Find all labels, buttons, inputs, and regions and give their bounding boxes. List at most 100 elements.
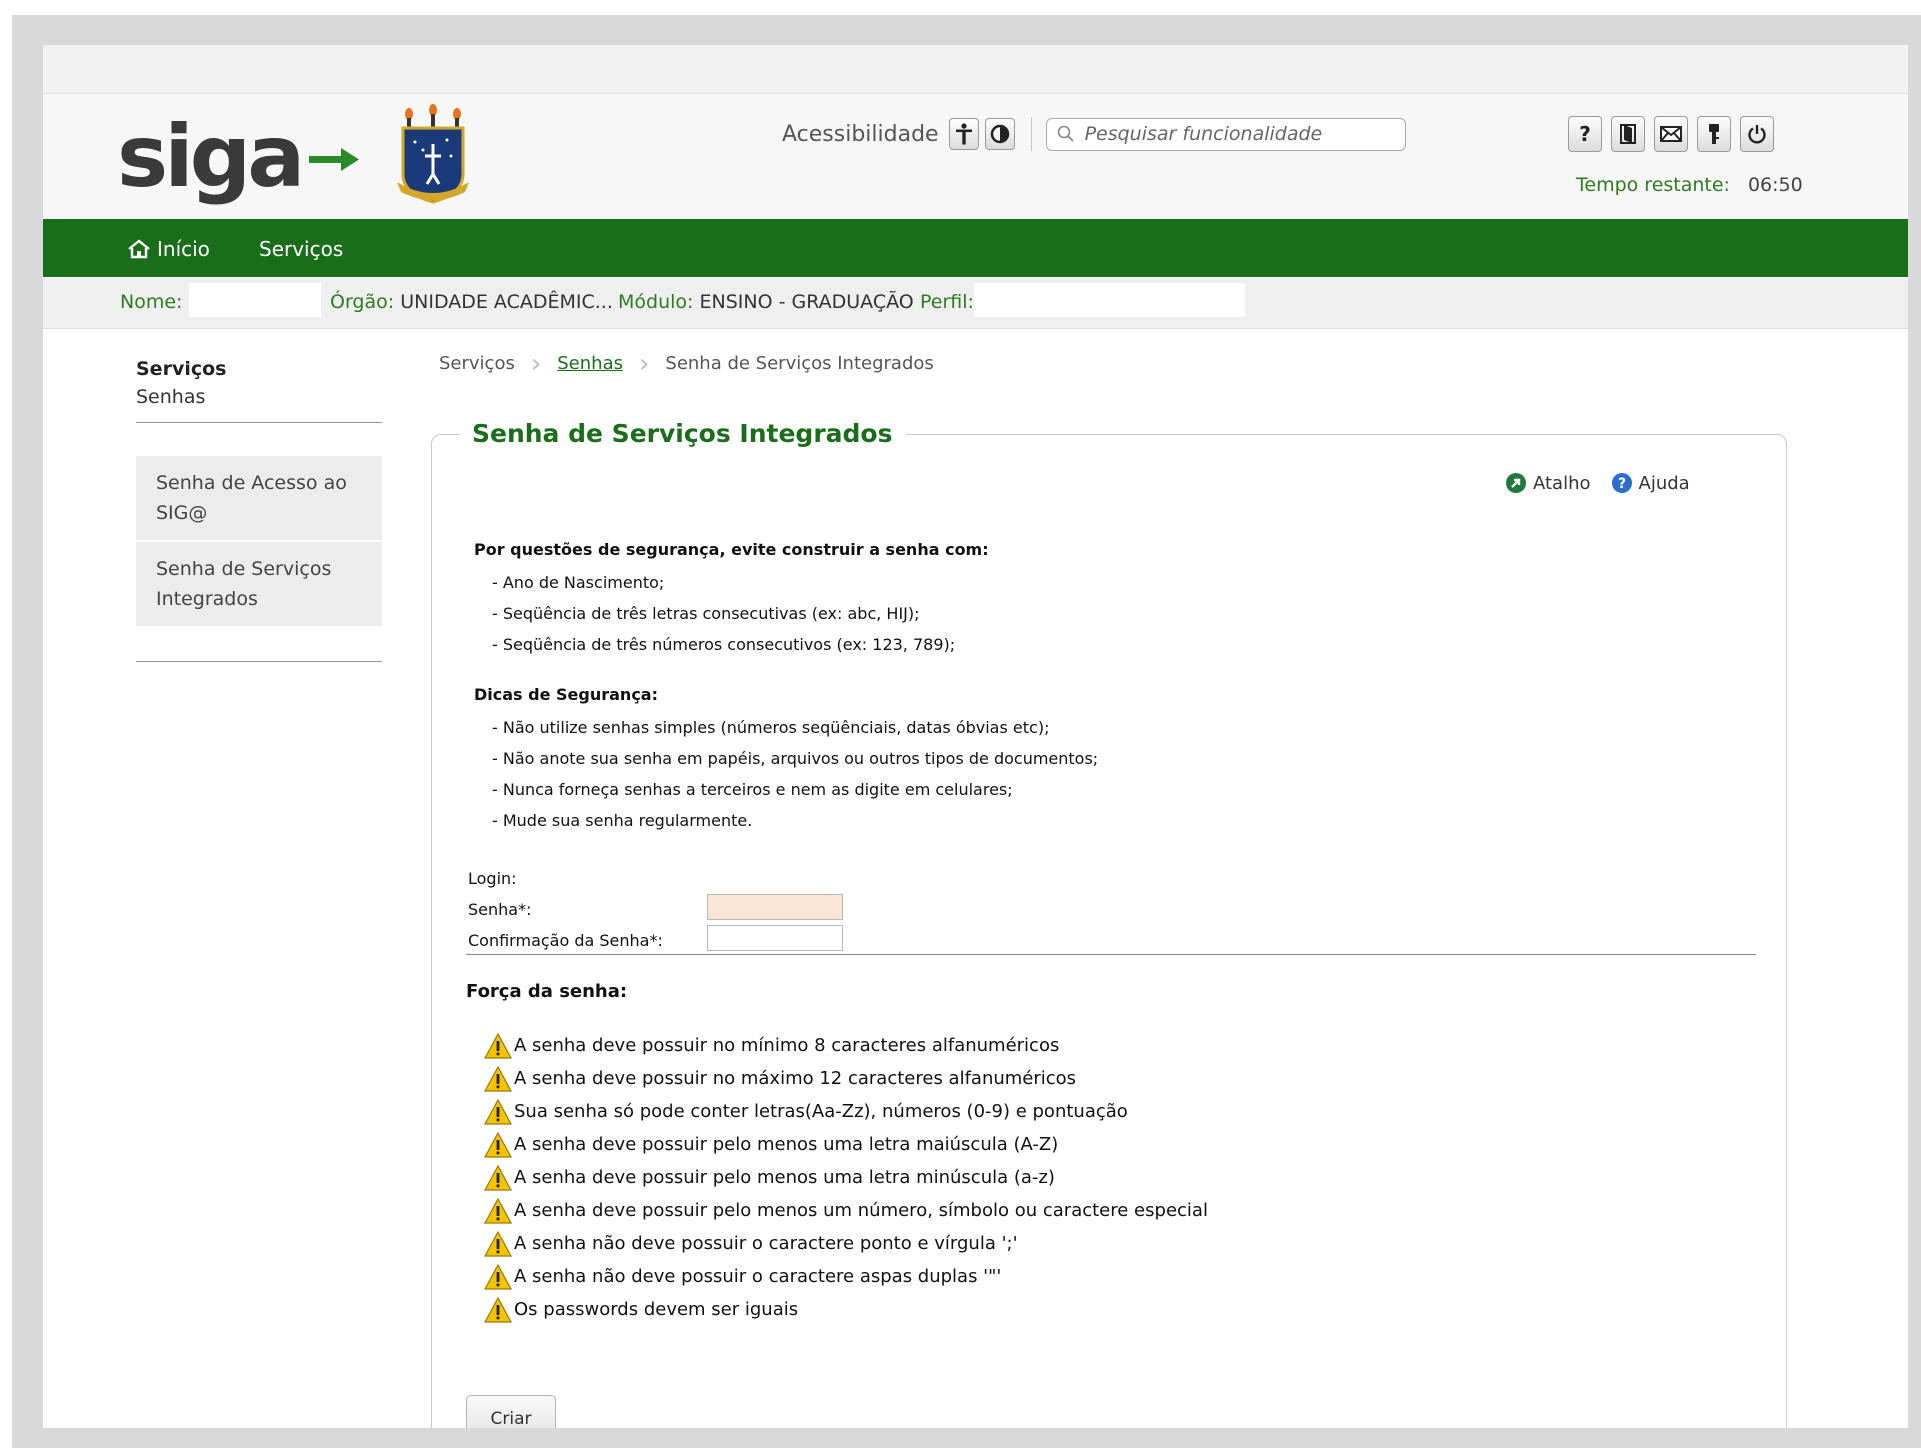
contrast-button[interactable]	[984, 118, 1015, 150]
panel-quicklinks: Atalho ? Ajuda	[1505, 472, 1710, 494]
strength-rule-text: A senha não deve possuir o caractere asp…	[514, 1266, 1002, 1287]
strength-rule: A senha deve possuir no máximo 12 caract…	[484, 1062, 1208, 1095]
strength-rule-text: Sua senha só pode conter letras(Aa-Zz), …	[514, 1101, 1128, 1122]
sidebar-bottom-divider	[136, 661, 382, 662]
accessibility-person-button[interactable]	[948, 118, 979, 150]
sidebar-item-senha-acesso[interactable]: Senha de Acesso ao SIG@	[136, 456, 382, 542]
orgao-label: Órgão:	[330, 291, 395, 313]
accessibility-group: Acessibilidade	[782, 116, 1406, 152]
strength-rule-text: Os passwords devem ser iguais	[514, 1299, 799, 1320]
nav-home-label: Início	[157, 237, 210, 261]
manual-button[interactable]	[1611, 116, 1645, 152]
orgao-value: UNIDADE ACADÊMIC...	[400, 291, 613, 313]
strength-rule: A senha deve possuir pelo menos uma letr…	[484, 1161, 1208, 1194]
shortcut-label: Atalho	[1533, 472, 1591, 494]
sidebar-menu: Senha de Acesso ao SIG@ Senha de Serviço…	[136, 456, 382, 628]
nav-home[interactable]: Início	[127, 237, 210, 261]
timer-value: 06:50	[1747, 174, 1803, 196]
panel-title: Senha de Serviços Integrados	[460, 419, 907, 448]
shortcut-icon	[1506, 473, 1526, 493]
header: siga Acessibilidade Pesquisar funcionali…	[43, 94, 1908, 219]
mail-button[interactable]	[1654, 116, 1688, 152]
accessibility-label: Acessibilidade	[782, 121, 939, 147]
key-icon	[1709, 124, 1719, 144]
sidebar-divider	[136, 422, 382, 423]
security-heading: Por questões de segurança, evite constru…	[474, 540, 989, 559]
accessibility-person-icon	[955, 123, 972, 145]
nav-services-label: Serviços	[259, 237, 344, 261]
strength-rule: A senha deve possuir pelo menos uma letr…	[484, 1128, 1208, 1161]
strength-rule-text: A senha deve possuir pelo menos uma letr…	[514, 1134, 1059, 1155]
help-icon: ?	[1579, 122, 1591, 146]
security-item: - Ano de Nascimento;	[492, 573, 665, 592]
browser-top-strip	[43, 45, 1908, 94]
warning-icon	[484, 1065, 512, 1092]
home-icon	[128, 239, 150, 259]
warning-icon	[484, 1263, 512, 1290]
strength-rule-text: A senha deve possuir no máximo 12 caract…	[514, 1068, 1077, 1089]
logout-button[interactable]	[1740, 116, 1774, 152]
strength-title: Força da senha:	[466, 981, 628, 1002]
chevron-right-icon: ›	[530, 348, 542, 379]
chevron-right-icon: ›	[638, 348, 650, 379]
strength-rule: Os passwords devem ser iguais	[484, 1293, 1208, 1326]
warning-icon	[484, 1098, 512, 1125]
warning-icon	[484, 1164, 512, 1191]
manual-icon	[1620, 124, 1636, 144]
search-box[interactable]	[1045, 117, 1406, 151]
contrast-icon	[990, 124, 1009, 144]
timer-label: Tempo restante:	[1576, 174, 1730, 196]
senha-label: Senha*:	[468, 900, 532, 919]
warning-icon	[484, 1296, 512, 1323]
strength-rule-text: A senha deve possuir pelo menos uma letr…	[514, 1167, 1055, 1188]
tip-item: - Não anote sua senha em papéis, arquivo…	[492, 749, 1099, 768]
search-icon	[1057, 125, 1074, 142]
sidebar: Serviços Senhas Senha de Acesso ao SIG@ …	[136, 358, 382, 662]
user-info-bar: Nome: Órgão: UNIDADE ACADÊMIC... Módulo:…	[43, 278, 1908, 329]
security-item: - Seqüência de três números consecutivos…	[492, 635, 956, 654]
password-input[interactable]	[707, 894, 843, 920]
password-confirm-input[interactable]	[707, 925, 843, 951]
nav-services[interactable]: Serviços	[259, 237, 343, 261]
warning-icon	[484, 1197, 512, 1224]
power-icon	[1748, 125, 1766, 144]
warning-icon	[484, 1131, 512, 1158]
breadcrumb-current: Senha de Serviços Integrados	[665, 353, 934, 374]
security-item: - Seqüência de três letras consecutivas …	[492, 604, 920, 623]
session-timer: Tempo restante: 06:50	[1576, 174, 1803, 196]
strength-rule: A senha não deve possuir o caractere pon…	[484, 1227, 1208, 1260]
modulo-label: Módulo:	[618, 291, 694, 313]
sidebar-item-senha-servicos[interactable]: Senha de Serviços Integrados	[136, 542, 382, 628]
strength-rule: A senha deve possuir pelo menos um númer…	[484, 1194, 1208, 1227]
strength-rule-text: A senha não deve possuir o caractere pon…	[514, 1233, 1018, 1254]
confirm-label: Confirmação da Senha*:	[468, 931, 663, 950]
breadcrumb-senhas[interactable]: Senhas	[557, 353, 623, 374]
strength-rules: A senha deve possuir no mínimo 8 caracte…	[484, 1029, 1208, 1326]
strength-rule-text: A senha deve possuir no mínimo 8 caracte…	[514, 1035, 1060, 1056]
breadcrumb-servicos[interactable]: Serviços	[439, 353, 515, 374]
nome-redaction	[189, 283, 321, 317]
warning-icon	[484, 1230, 512, 1257]
key-button[interactable]	[1697, 116, 1731, 152]
login-label: Login:	[468, 869, 517, 888]
siga-logo[interactable]: siga	[117, 114, 359, 204]
perfil-redaction	[974, 283, 1245, 317]
nome-label: Nome:	[120, 291, 183, 313]
password-panel: Senha de Serviços Integrados Atalho ? Aj…	[431, 419, 1787, 1428]
svg-text:?: ?	[1617, 476, 1625, 492]
modulo-value: ENSINO - GRADUAÇÃO	[699, 291, 914, 313]
help-button[interactable]: ?	[1568, 116, 1602, 152]
security-instructions: Por questões de segurança, evite constru…	[474, 540, 1098, 836]
search-input[interactable]	[1082, 122, 1387, 146]
header-divider	[1030, 117, 1032, 151]
main-navbar: Início Serviços	[43, 219, 1908, 277]
create-button[interactable]: Criar	[466, 1395, 556, 1428]
form-divider	[466, 954, 1756, 955]
tip-item: - Mude sua senha regularmente.	[492, 811, 753, 830]
help-circle-icon: ?	[1611, 473, 1632, 493]
info-modulo: Módulo: ENSINO - GRADUAÇÃO	[618, 291, 914, 313]
help-link[interactable]: ? Ajuda	[1611, 472, 1690, 494]
shortcut-link[interactable]: Atalho	[1505, 472, 1591, 494]
strength-rule: A senha não deve possuir o caractere asp…	[484, 1260, 1208, 1293]
university-crest-logo	[397, 104, 469, 204]
